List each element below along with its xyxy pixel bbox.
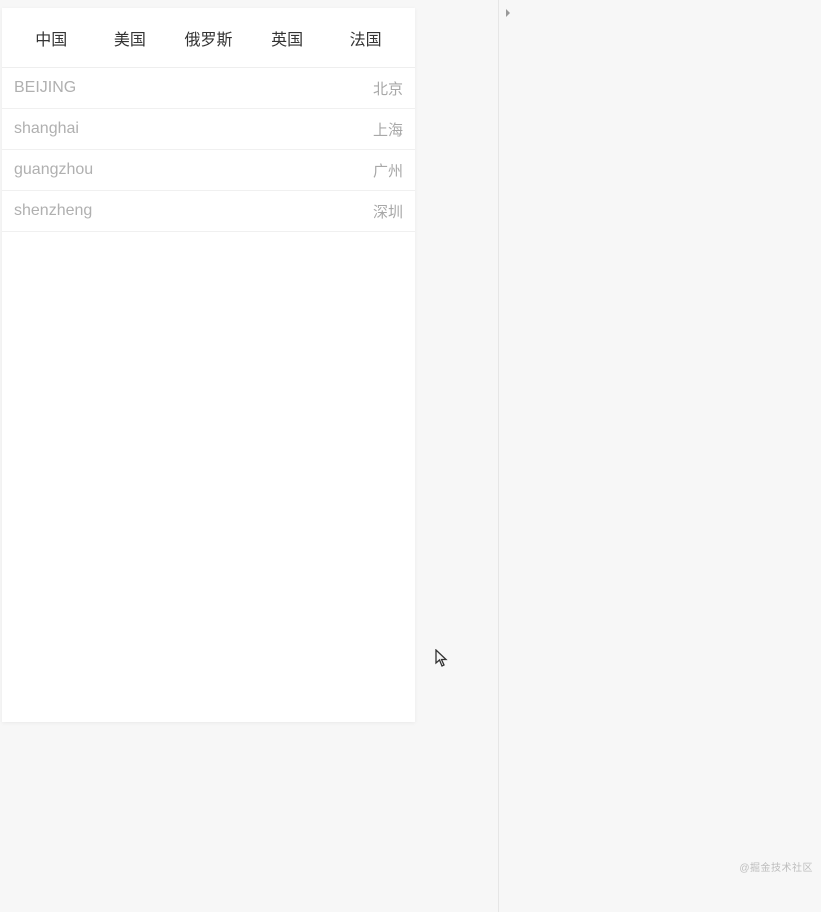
list-item-beijing[interactable]: BEIJING 北京	[2, 68, 415, 109]
tab-russia[interactable]: 俄罗斯	[169, 26, 248, 50]
tab-usa[interactable]: 美国	[91, 26, 170, 50]
city-name: 上海	[373, 119, 403, 140]
city-list: BEIJING 北京 shanghai 上海 guangzhou 广州 shen…	[2, 68, 415, 232]
city-code: guangzhou	[14, 161, 93, 179]
tab-france[interactable]: 法国	[326, 26, 405, 50]
main-panel: 中国 美国 俄罗斯 英国 法国 BEIJING 北京 shanghai 上海 g…	[2, 8, 415, 722]
list-item-shanghai[interactable]: shanghai 上海	[2, 109, 415, 150]
city-name: 北京	[373, 78, 403, 99]
tab-bar: 中国 美国 俄罗斯 英国 法国	[2, 8, 415, 68]
city-code: BEIJING	[14, 79, 76, 97]
tab-uk[interactable]: 英国	[248, 26, 327, 50]
city-code: shenzheng	[14, 202, 92, 220]
cursor-icon	[435, 649, 451, 669]
vertical-divider	[498, 0, 499, 912]
city-name: 广州	[373, 160, 403, 181]
watermark-text: @掘金技术社区	[739, 859, 813, 874]
list-item-shenzhen[interactable]: shenzheng 深圳	[2, 191, 415, 232]
city-code: shanghai	[14, 120, 79, 138]
city-name: 深圳	[373, 201, 403, 222]
list-item-guangzhou[interactable]: guangzhou 广州	[2, 150, 415, 191]
chevron-right-icon[interactable]	[500, 5, 516, 21]
tab-china[interactable]: 中国	[12, 26, 91, 50]
